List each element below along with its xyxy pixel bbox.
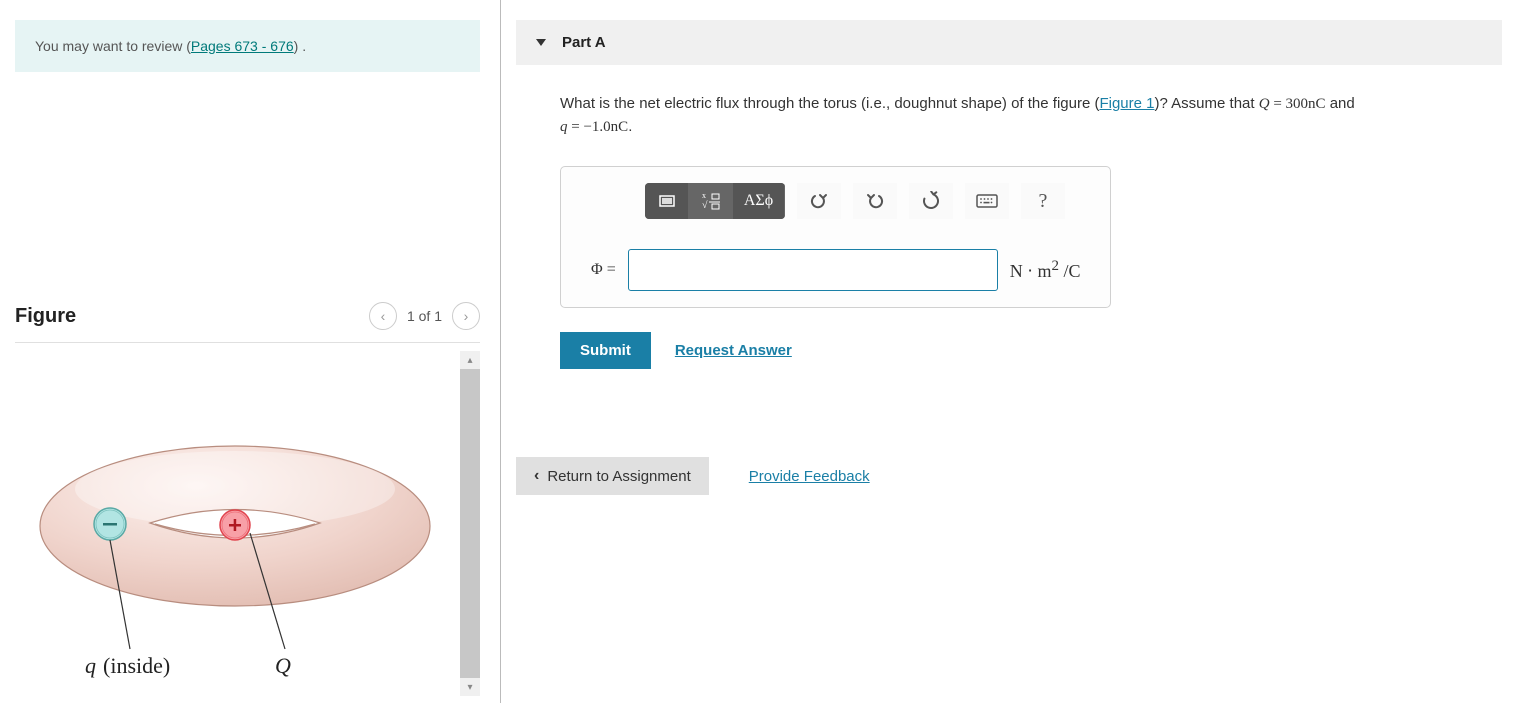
figure-image: q (inside) Q (15, 351, 460, 704)
redo-button[interactable] (853, 183, 897, 219)
help-button[interactable]: ? (1021, 183, 1065, 219)
chevron-left-icon: ‹ (534, 467, 539, 485)
val-q: −1.0nC (583, 119, 628, 135)
answer-box: x √ ΑΣϕ (560, 166, 1111, 308)
answer-units: N ⋅ m2 /C (1010, 258, 1081, 282)
eq-q: = (568, 119, 584, 135)
undo-icon (809, 192, 829, 210)
keyboard-button[interactable] (965, 183, 1009, 219)
return-to-assignment-button[interactable]: ‹ Return to Assignment (516, 457, 709, 495)
svg-text:(inside): (inside) (103, 653, 170, 678)
rectangle-icon (658, 194, 676, 208)
svg-text:q: q (85, 653, 96, 678)
figure-prev-button[interactable]: ‹ (369, 302, 397, 330)
scroll-up-arrow[interactable]: ▴ (460, 351, 480, 369)
figure-title: Figure (15, 305, 76, 328)
val-Q: 300nC (1286, 96, 1326, 112)
figure-next-button[interactable]: › (452, 302, 480, 330)
svg-text:√: √ (702, 200, 708, 211)
answer-input[interactable] (628, 249, 998, 291)
figure-nav: ‹ 1 of 1 › (369, 302, 480, 330)
review-pages-link[interactable]: Pages 673 - 676 (191, 38, 294, 54)
and-text: and (1326, 95, 1355, 112)
submit-button[interactable]: Submit (560, 332, 651, 369)
var-Q: Q (1259, 96, 1270, 112)
part-title: Part A (562, 34, 606, 51)
editor-toolbar: x √ ΑΣϕ (645, 183, 1080, 219)
scroll-thumb[interactable] (460, 369, 480, 678)
review-hint-prefix: You may want to review ( (35, 38, 191, 54)
caret-down-icon (536, 39, 546, 46)
figure-1-link[interactable]: Figure 1 (1099, 95, 1154, 112)
provide-feedback-link[interactable]: Provide Feedback (749, 468, 870, 485)
review-hint-box: You may want to review (Pages 673 - 676)… (15, 20, 480, 72)
question-period: . (628, 118, 632, 135)
question-text: What is the net electric flux through th… (560, 93, 1500, 138)
figure-scrollbar[interactable]: ▴ ▾ (460, 351, 480, 696)
answer-label: Φ = (591, 261, 616, 279)
undo-button[interactable] (797, 183, 841, 219)
greek-tool-button[interactable]: ΑΣϕ (733, 183, 785, 219)
keyboard-icon (976, 193, 998, 209)
redo-icon (865, 192, 885, 210)
eq-Q: = (1270, 96, 1286, 112)
figure-nav-text: 1 of 1 (407, 308, 442, 324)
request-answer-link[interactable]: Request Answer (675, 342, 792, 359)
var-q: q (560, 119, 568, 135)
question-after-link: )? Assume that (1155, 95, 1259, 112)
question-intro: What is the net electric flux through th… (560, 95, 1099, 112)
review-hint-suffix: ) . (294, 38, 306, 54)
reset-icon (921, 191, 941, 211)
svg-text:Q: Q (275, 653, 291, 678)
svg-text:x: x (702, 191, 706, 200)
fraction-tool-button[interactable]: x √ (689, 183, 733, 219)
fraction-icon: x √ (701, 190, 721, 212)
rectangle-tool-button[interactable] (645, 183, 689, 219)
return-label: Return to Assignment (547, 468, 690, 485)
reset-button[interactable] (909, 183, 953, 219)
panel-divider (500, 0, 501, 703)
scroll-down-arrow[interactable]: ▾ (460, 678, 480, 696)
part-a-toggle[interactable]: Part A (516, 20, 1502, 65)
